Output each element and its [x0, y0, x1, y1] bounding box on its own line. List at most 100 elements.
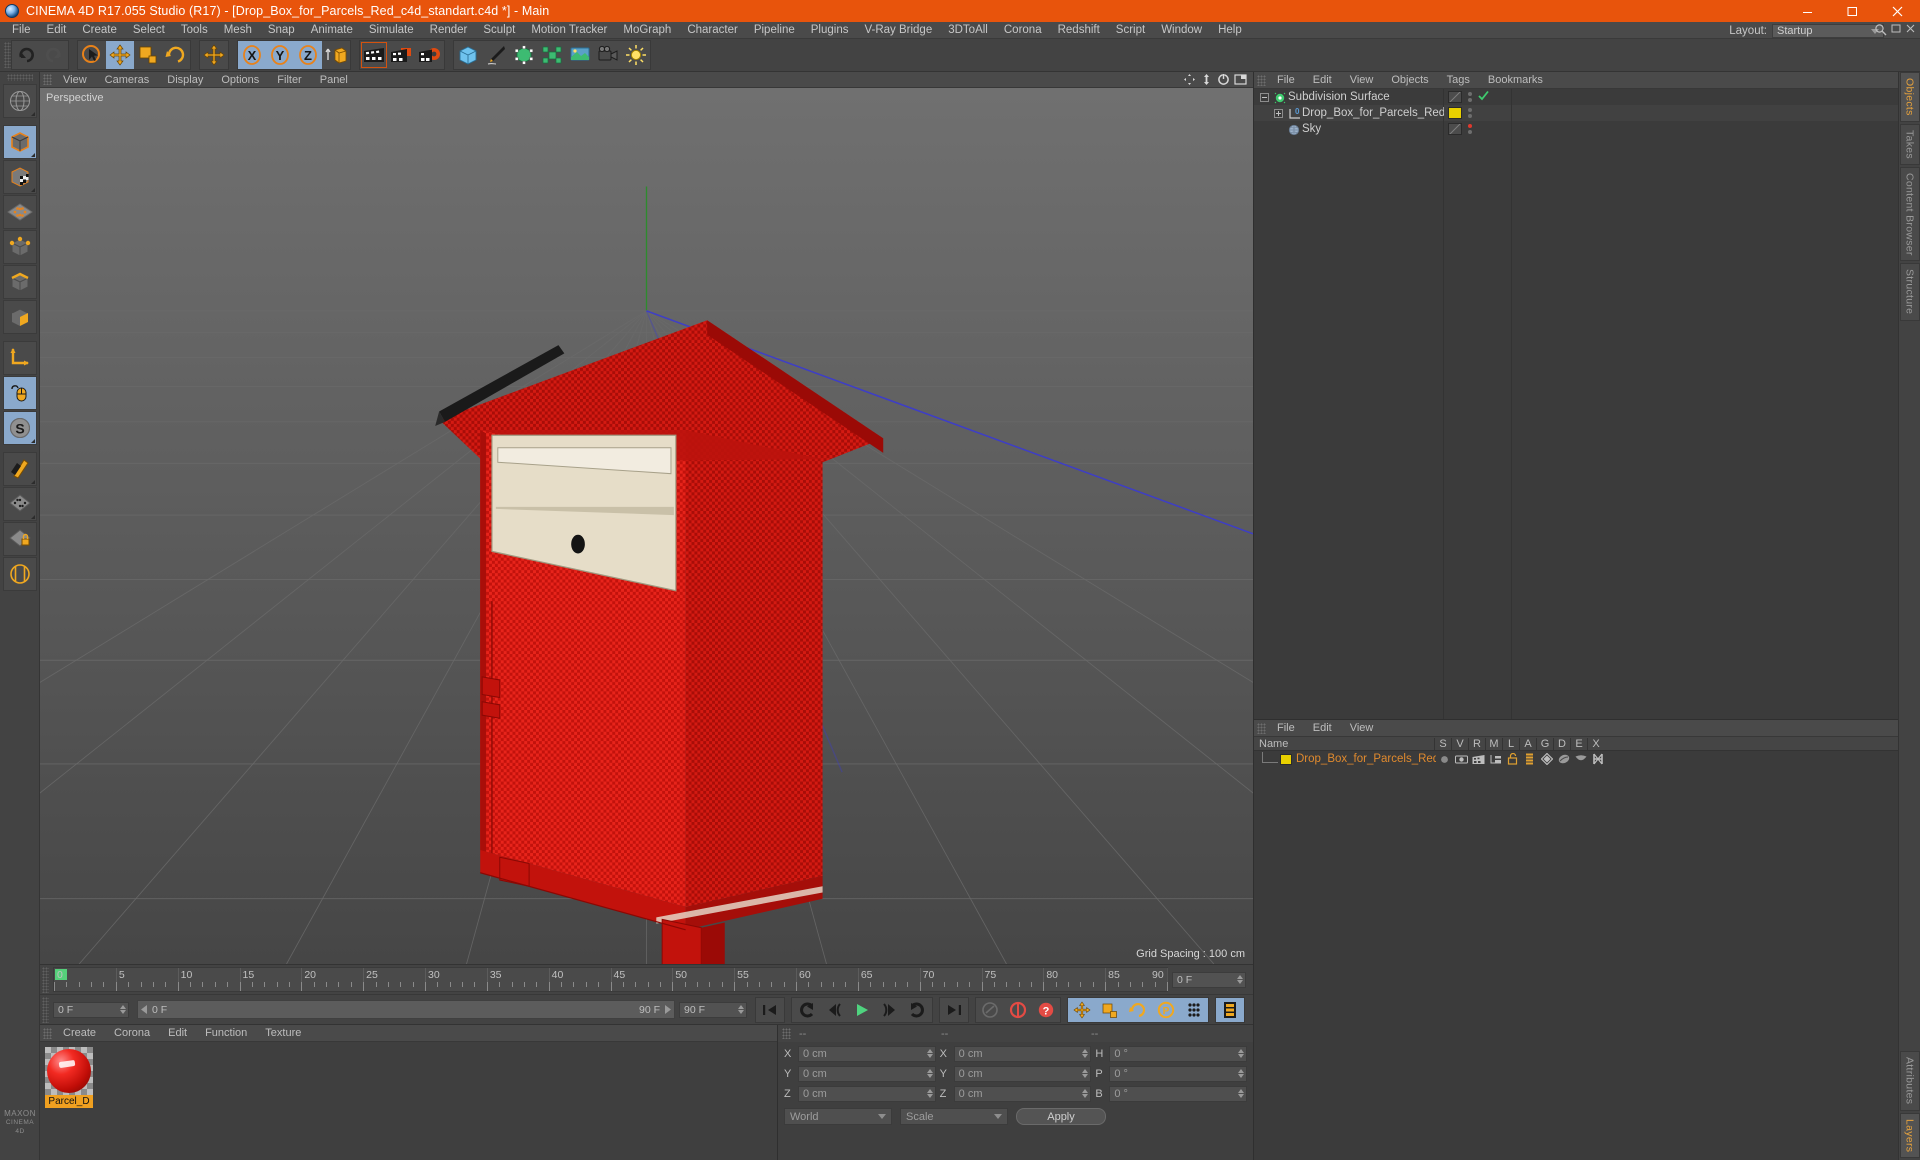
menu-item-animate[interactable]: Animate — [303, 22, 361, 39]
dolly-view-icon[interactable] — [1200, 73, 1213, 89]
maximize-icon[interactable] — [1830, 0, 1875, 22]
point-level-anim-icon[interactable] — [1180, 997, 1208, 1022]
material-manager-body[interactable]: Parcel_D — [40, 1042, 777, 1160]
cube-primitive-icon[interactable] — [454, 41, 482, 69]
menu-item-window[interactable]: Window — [1153, 22, 1210, 39]
toggle-views-icon[interactable] — [1234, 73, 1247, 89]
viewport-menu-cameras[interactable]: Cameras — [96, 72, 159, 88]
viewport-menu-view[interactable]: View — [54, 72, 96, 88]
go-to-start-icon[interactable] — [756, 998, 784, 1022]
left-toolbar-grip[interactable] — [6, 74, 33, 81]
menu-item-edit[interactable]: Edit — [39, 22, 75, 39]
coordinate-space-dropdown[interactable]: World — [784, 1108, 892, 1125]
coordinate-mode-dropdown[interactable]: Scale — [900, 1108, 1008, 1125]
next-frame-icon[interactable] — [876, 998, 904, 1022]
z-axis-icon[interactable]: Z — [294, 41, 322, 69]
object-menu-objects[interactable]: Objects — [1382, 72, 1437, 89]
model-mode-icon[interactable] — [2, 125, 37, 159]
material-tag-swatch[interactable] — [1448, 107, 1462, 119]
menu-item-v-ray-bridge[interactable]: V-Ray Bridge — [856, 22, 940, 39]
generator-icon[interactable] — [1538, 753, 1555, 765]
coordinates-grip[interactable] — [782, 1028, 791, 1039]
coord-field-b-rotation[interactable]: 0 ° — [1109, 1086, 1248, 1102]
material-menu-corona[interactable]: Corona — [105, 1025, 159, 1042]
workplane-mode-icon[interactable] — [2, 195, 37, 229]
layer-menu-view[interactable]: View — [1341, 720, 1383, 737]
coord-field-z-position[interactable]: 0 cm — [798, 1086, 936, 1102]
object-menu-file[interactable]: File — [1268, 72, 1304, 89]
menu-item-create[interactable]: Create — [74, 22, 125, 39]
next-key-icon[interactable] — [904, 998, 932, 1022]
stepper-icon[interactable] — [1238, 1049, 1245, 1058]
magnet-icon[interactable] — [2, 452, 37, 486]
dock-tab-structure[interactable]: Structure — [1899, 263, 1920, 321]
material-menu-create[interactable]: Create — [54, 1025, 105, 1042]
prev-frame-icon[interactable] — [820, 998, 848, 1022]
minimize-icon[interactable] — [1785, 0, 1830, 22]
deformer-icon[interactable] — [1555, 753, 1572, 765]
layer-manager-grip[interactable] — [1257, 722, 1266, 734]
layer-row[interactable]: Drop_Box_for_Parcels_Red — [1254, 751, 1898, 767]
restore-panel-icon[interactable] — [1891, 23, 1902, 40]
material-menu-function[interactable]: Function — [196, 1025, 256, 1042]
render-visibility-dot[interactable] — [1468, 114, 1472, 118]
object-tag-row[interactable] — [1444, 105, 1898, 121]
viewport-menu-display[interactable]: Display — [158, 72, 212, 88]
points-mode-icon[interactable] — [2, 230, 37, 264]
editor-visibility-dot[interactable] — [1468, 92, 1472, 96]
lock-icon[interactable] — [1504, 753, 1521, 765]
menu-item-redshift[interactable]: Redshift — [1050, 22, 1108, 39]
edges-mode-icon[interactable] — [2, 265, 37, 299]
camera-icon[interactable] — [594, 41, 622, 69]
viewport-menu-filter[interactable]: Filter — [268, 72, 310, 88]
editor-visibility-dot[interactable] — [1468, 108, 1472, 112]
stepper-icon[interactable] — [1238, 1089, 1245, 1098]
object-manager-body[interactable]: Subdivision Surface 0 Drop_Box_for_Parcels… — [1254, 89, 1898, 719]
play-icon[interactable] — [848, 998, 876, 1022]
stepper-icon[interactable] — [1082, 1069, 1089, 1078]
polygons-mode-icon[interactable] — [2, 300, 37, 334]
timeline-frame-field[interactable]: 0 F — [1172, 971, 1246, 988]
manager-icon[interactable] — [1487, 754, 1504, 765]
enable-check-icon[interactable] — [1478, 90, 1489, 104]
rotate-icon[interactable] — [162, 41, 190, 69]
dock-tab-objects[interactable]: Objects — [1899, 72, 1920, 122]
coord-field-p-rotation[interactable]: 0 ° — [1109, 1066, 1248, 1082]
go-to-end-icon[interactable] — [940, 998, 968, 1022]
object-tree[interactable]: Subdivision Surface 0 Drop_Box_for_Parcels… — [1254, 89, 1445, 719]
scale-key-icon[interactable] — [1096, 997, 1124, 1022]
render-view-icon[interactable] — [360, 41, 388, 69]
menu-item-tools[interactable]: Tools — [173, 22, 216, 39]
apply-button[interactable]: Apply — [1016, 1108, 1106, 1125]
view-icon[interactable] — [1453, 754, 1470, 765]
expression-icon[interactable] — [1572, 754, 1589, 764]
object-menu-view[interactable]: View — [1341, 72, 1383, 89]
menu-item-pipeline[interactable]: Pipeline — [746, 22, 803, 39]
lock-workplane-icon[interactable] — [2, 522, 37, 556]
scale-icon[interactable] — [134, 41, 162, 69]
playbar-grip[interactable] — [42, 996, 49, 1023]
stepper-icon[interactable] — [926, 1069, 933, 1078]
texture-mode-icon[interactable] — [2, 160, 37, 194]
deformer-icon[interactable] — [538, 41, 566, 69]
stepper-icon[interactable] — [926, 1049, 933, 1058]
autokeying-icon[interactable] — [1004, 998, 1032, 1022]
menu-item-simulate[interactable]: Simulate — [361, 22, 422, 39]
coord-field-h-rotation[interactable]: 0 ° — [1109, 1046, 1248, 1062]
editor-visibility-dot[interactable] — [1468, 124, 1472, 128]
collapse-icon[interactable] — [1260, 92, 1269, 102]
environment-icon[interactable] — [566, 41, 594, 69]
close-panel-icon[interactable] — [1905, 23, 1916, 40]
timeline-ruler[interactable]: 0 5 10 15 20 25 30 35 40 45 50 55 60 65 70 75 80 85 90 — [53, 967, 1168, 992]
dock-tab-content-browser[interactable]: Content Browser — [1899, 166, 1920, 262]
visibility-dots[interactable] — [1468, 92, 1472, 102]
param-key-icon[interactable]: P — [1152, 997, 1180, 1022]
layer-menu-edit[interactable]: Edit — [1304, 720, 1341, 737]
stepper-icon[interactable] — [1082, 1089, 1089, 1098]
keyframe-selection-icon[interactable]: ? — [1032, 998, 1060, 1022]
dock-tab-attributes[interactable]: Attributes — [1899, 1051, 1920, 1111]
stepper-icon[interactable] — [1237, 974, 1243, 984]
render-icon[interactable] — [1470, 754, 1487, 765]
rotation-key-icon[interactable] — [1124, 997, 1152, 1022]
menu-item-render[interactable]: Render — [422, 22, 476, 39]
